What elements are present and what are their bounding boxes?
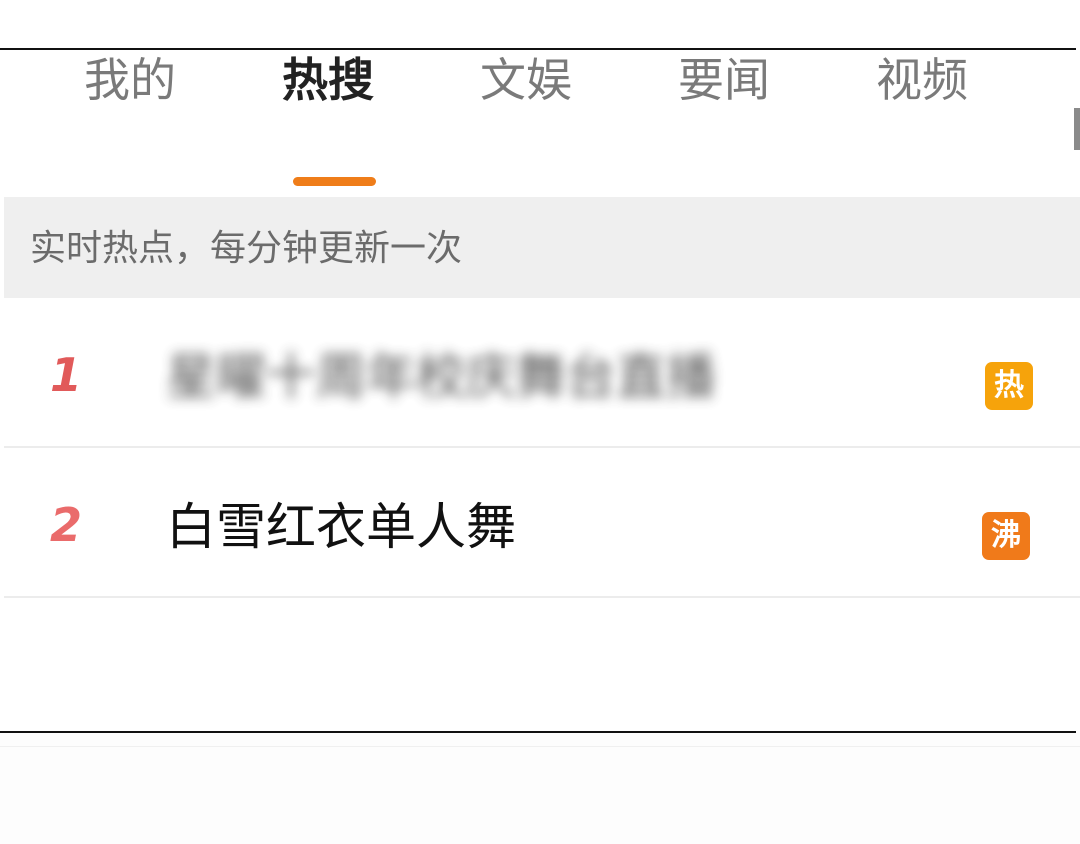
tab-hot-search[interactable]: 热搜 <box>282 50 374 110</box>
hot-list-item[interactable]: 1 星曜十周年校庆舞台直播 热 <box>0 299 1080 448</box>
info-strip-text: 实时热点，每分钟更新一次 <box>30 228 463 269</box>
info-strip: 实时热点，每分钟更新一次 <box>4 197 1080 298</box>
row-divider <box>4 446 1080 448</box>
tab-entertainment[interactable]: 文娱 <box>480 50 572 110</box>
tab-video[interactable]: 视频 <box>876 50 968 110</box>
hot-list-item[interactable]: 2 白雪红衣单人舞 沸 <box>0 449 1080 598</box>
active-tab-indicator <box>293 177 376 186</box>
bottom-band-divider <box>0 746 1080 747</box>
row-divider <box>4 596 1080 598</box>
rank-number: 1 <box>50 348 83 402</box>
hot-item-title[interactable]: 白雪红衣单人舞 <box>166 497 516 557</box>
hot-item-title[interactable]: 星曜十周年校庆舞台直播 <box>166 347 716 407</box>
bottom-band <box>0 733 1080 844</box>
tab-headlines[interactable]: 要闻 <box>678 50 770 110</box>
boil-badge: 沸 <box>982 512 1030 560</box>
hot-badge: 热 <box>985 362 1033 410</box>
tab-mine[interactable]: 我的 <box>84 50 176 110</box>
tab-overflow-edge[interactable] <box>1074 108 1080 150</box>
rank-number: 2 <box>50 498 83 552</box>
